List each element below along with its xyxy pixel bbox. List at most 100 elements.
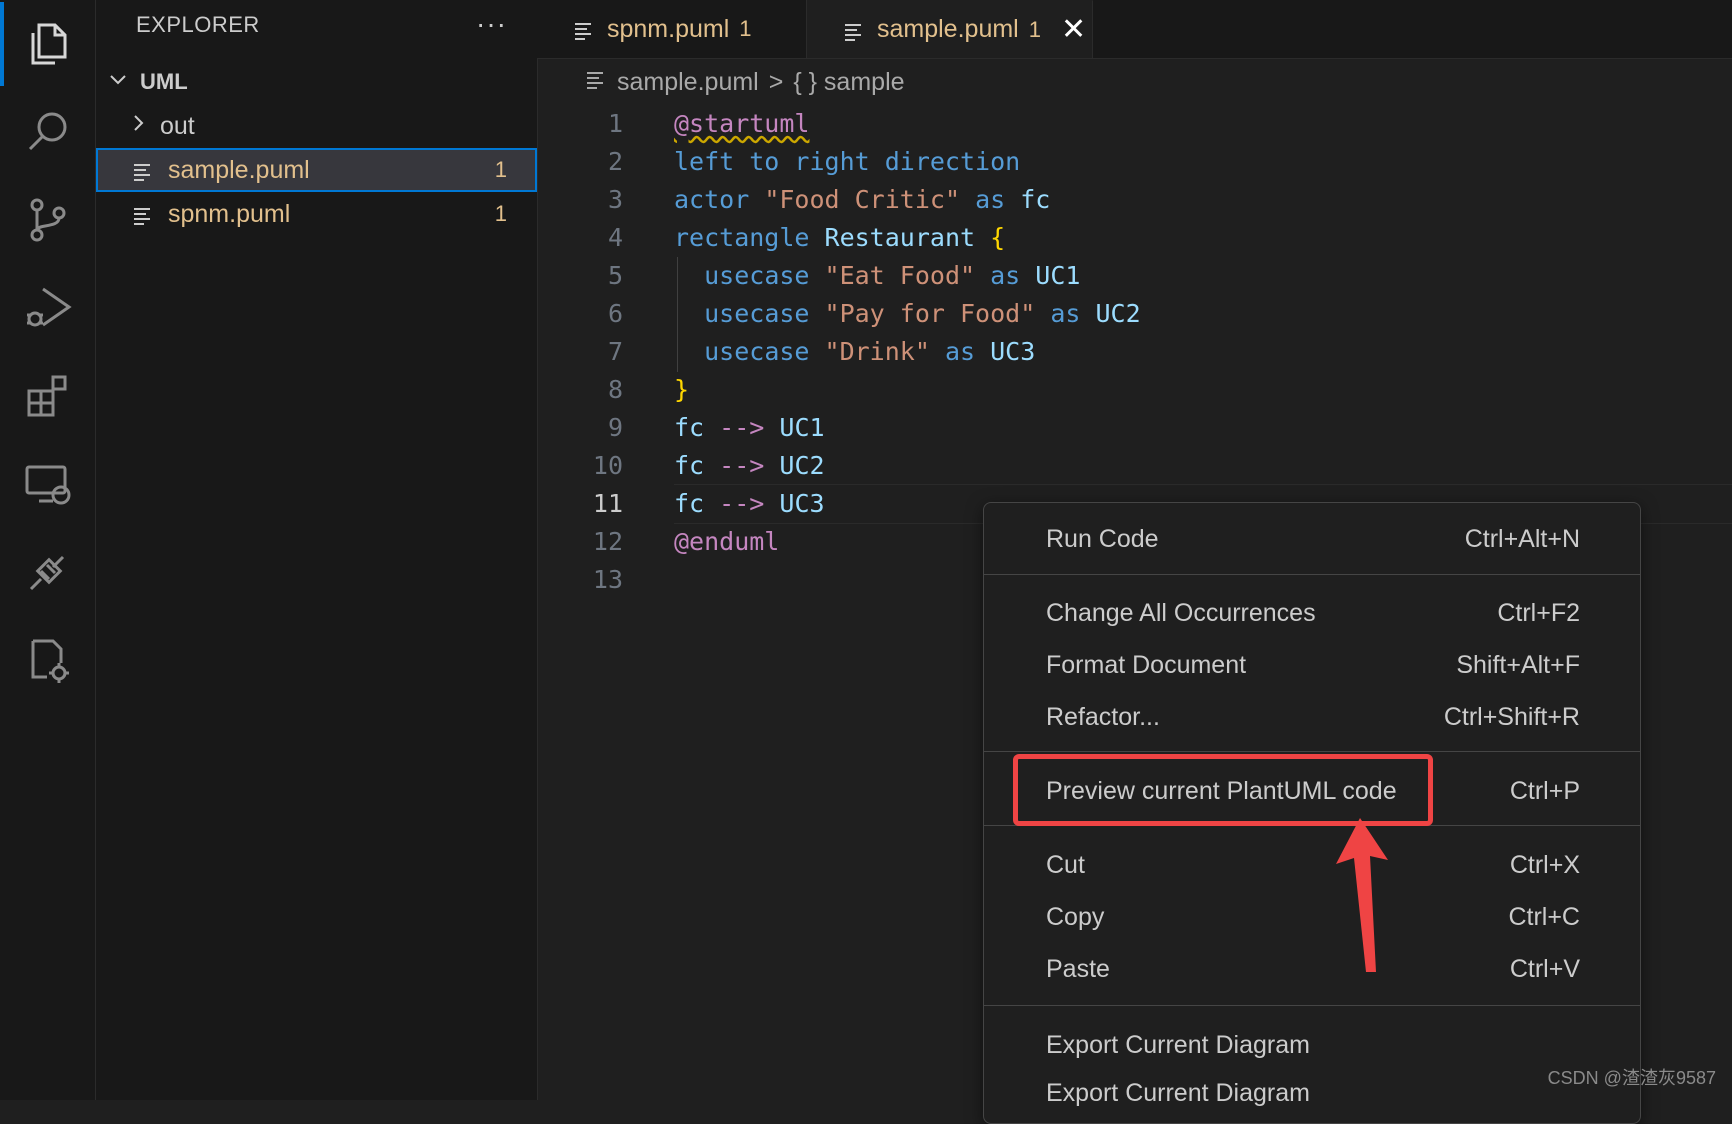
menu-item-run-code[interactable]: Run Code Ctrl+Alt+N [984,515,1640,563]
code-text: fc --> UC2 [674,451,825,480]
code-text: usecase "Eat Food" as UC1 [674,261,1080,290]
tree-item-label: sample.puml [168,155,310,184]
menu-item-label: Change All Occurrences [1046,598,1316,627]
annotation-arrow-icon [1336,818,1388,972]
menu-item-export-diagram[interactable]: Export Current Diagram [984,1021,1640,1069]
code-text: usecase "Pay for Food" as UC2 [674,299,1141,328]
breadcrumb-file[interactable]: sample.puml [617,68,759,97]
menu-item-shortcut: Ctrl+P [1509,776,1580,805]
sidebar-header: EXPLORER ··· [96,0,537,52]
file-lines-icon [585,68,605,97]
tab-badge: 1 [739,16,752,41]
menu-item-label: Paste [1046,954,1110,983]
menu-item-label: Copy [1046,902,1105,931]
code-text: rectangle Restaurant { [674,223,1005,252]
menu-item-label: Export Current Diagram [1046,1078,1310,1107]
chevron-right-icon [124,112,152,141]
menu-item-copy[interactable]: Copy Ctrl+C [984,893,1640,941]
code-line: 9 fc --> UC1 [537,408,1732,446]
code-text: fc --> UC3 [674,489,825,518]
code-token: "Drink" [824,336,930,366]
breadcrumb-symbol[interactable]: { } sample [793,68,904,97]
menu-item-shortcut: Ctrl+C [1508,902,1580,931]
code-token: fc [1020,184,1051,214]
chevron-down-icon [104,68,132,97]
code-token: usecase [704,260,810,290]
menu-item-export-diagram-2[interactable]: Export Current Diagram [984,1069,1640,1117]
file-lines-icon [132,204,156,225]
problem-count-badge: 1 [494,201,507,226]
code-token: as [1050,298,1081,328]
line-number: 3 [607,184,623,214]
code-token: --> [719,412,765,442]
code-line: 1 @startuml [537,104,1732,142]
code-token: --> [719,488,765,518]
menu-item-refactor[interactable]: Refactor... Ctrl+Shift+R [984,693,1640,741]
menu-item-label: Refactor... [1046,702,1160,731]
code-token: Restaurant [824,222,976,252]
code-line: 7 usecase "Drink" as UC3 [537,332,1732,370]
settings-file-icon[interactable] [0,616,95,704]
tree-item-spnm-puml[interactable]: spnm.puml 1 [96,192,537,236]
menu-item-format-document[interactable]: Format Document Shift+Alt+F [984,641,1640,689]
remote-explorer-icon[interactable] [0,440,95,528]
line-number: 1 [607,108,623,138]
run-debug-icon[interactable] [0,264,95,352]
explorer-sidebar: EXPLORER ··· UML out sample.puml 1 spnm.… [96,0,538,1100]
line-number: 11 [592,488,623,518]
code-token: rectangle [674,222,810,252]
line-number: 7 [607,336,623,366]
problem-count-badge: 1 [494,157,507,182]
tree-item-sample-puml[interactable]: sample.puml 1 [96,148,537,192]
code-text: actor "Food Critic" as fc [674,185,1050,214]
menu-item-shortcut: Ctrl+X [1509,850,1580,879]
code-token: usecase [704,336,810,366]
code-text: } [674,374,690,404]
code-line: 10 fc --> UC2 [537,446,1732,484]
search-icon[interactable] [0,88,95,176]
code-line: 2 left to right direction [537,142,1732,180]
folder-uml[interactable]: UML [96,60,537,104]
menu-item-cut[interactable]: Cut Ctrl+X [984,841,1640,889]
code-line: 8 } [537,370,1732,408]
close-icon[interactable]: ✕ [1061,14,1086,45]
line-number: 12 [592,526,623,556]
code-token: UC1 [779,412,825,442]
code-token: UC1 [1035,260,1081,290]
file-lines-icon [132,160,156,181]
line-number: 2 [607,146,623,176]
menu-item-paste[interactable]: Paste Ctrl+V [984,945,1640,993]
code-token: actor [674,184,750,214]
code-line: 6 usecase "Pay for Food" as UC2 [537,294,1732,332]
menu-item-label: Export Current Diagram [1046,1030,1310,1059]
plug-icon[interactable] [0,528,95,616]
menu-separator [984,574,1640,575]
tab-spnm-puml[interactable]: spnm.puml 1 [537,0,807,58]
code-token: --> [719,450,765,480]
menu-item-shortcut: Ctrl+F2 [1497,598,1580,627]
tree-item-out[interactable]: out [96,104,537,148]
code-token: as [990,260,1021,290]
menu-item-shortcut: Shift+Alt+F [1456,650,1580,679]
code-token: UC2 [779,450,825,480]
tree-item-label: spnm.puml [168,199,291,228]
code-text: usecase "Drink" as UC3 [674,337,1035,366]
line-number: 5 [607,260,623,290]
watermark: CSDN @渣渣灰9587 [1547,1068,1716,1088]
menu-item-shortcut: Ctrl+Alt+N [1464,524,1580,553]
extensions-icon[interactable] [0,352,95,440]
tab-sample-puml[interactable]: sample.puml 1 ✕ [807,0,1093,58]
line-number: 6 [607,298,623,328]
line-number: 4 [607,222,623,252]
menu-item-change-all-occurrences[interactable]: Change All Occurrences Ctrl+F2 [984,589,1640,637]
line-number: 10 [592,450,623,480]
menu-item-label: Cut [1046,850,1085,879]
explorer-icon[interactable] [0,0,95,88]
editor-tabs: spnm.puml 1 sample.puml 1 ✕ [537,0,1732,59]
source-control-icon[interactable] [0,176,95,264]
code-token: "Pay for Food" [824,298,1036,328]
breadcrumb: sample.puml > { } sample [585,62,905,102]
code-token: as [975,184,1006,214]
menu-separator [984,751,1640,752]
more-actions-icon[interactable]: ··· [476,8,507,40]
